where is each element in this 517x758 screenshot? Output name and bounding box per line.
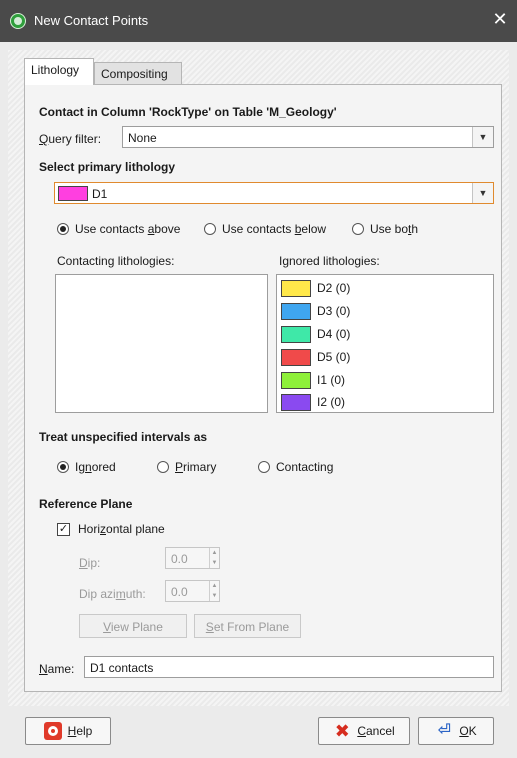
window-title: New Contact Points <box>34 13 149 28</box>
spin-arrows-icon[interactable]: ▲ ▼ <box>209 548 219 568</box>
contacting-lithologies-list[interactable] <box>55 274 268 413</box>
primary-lithology-select[interactable]: D1 ▼ <box>54 182 494 204</box>
radio-unspecified-ignored[interactable]: Ignored <box>57 460 116 474</box>
ok-label: OK <box>459 724 477 738</box>
list-item-label: D4 (0) <box>317 327 351 341</box>
spin-arrows-icon[interactable]: ▲ ▼ <box>209 581 219 601</box>
tab-lithology[interactable]: Lithology <box>24 58 94 85</box>
ignored-lithologies-list[interactable]: D2 (0) D3 (0) D4 (0) D5 (0) I1 (0) I2 (0… <box>276 274 494 413</box>
radio-use-contacts-below[interactable]: Use contacts below <box>204 222 326 236</box>
radio-dot <box>57 223 69 235</box>
close-icon[interactable]: ✕ <box>489 9 511 30</box>
contacting-lithologies-label: Contacting lithologies: <box>57 254 175 268</box>
lifebuoy-icon <box>43 722 62 740</box>
ok-arrow-icon: ⏎ <box>437 722 452 739</box>
radio-label: Ignored <box>75 460 116 474</box>
horizontal-plane-label: Horizontal plane <box>78 522 165 536</box>
primary-lithology-swatch <box>58 186 88 201</box>
radio-dot <box>157 461 169 473</box>
dip-azimuth-label: Dip azimuth: <box>79 587 146 601</box>
contact-heading: Contact in Column 'RockType' on Table 'M… <box>39 105 337 119</box>
unspecified-heading: Treat unspecified intervals as <box>39 430 208 444</box>
radio-label: Use both <box>370 222 419 236</box>
ok-button[interactable]: ⏎ OK <box>418 717 494 745</box>
primary-lithology-value: D1 <box>92 187 108 201</box>
color-swatch <box>281 348 311 366</box>
radio-label: Primary <box>175 460 217 474</box>
list-item[interactable]: D5 (0) <box>281 347 350 367</box>
view-plane-button[interactable]: View Plane <box>79 614 187 638</box>
query-filter-value: None <box>128 131 157 145</box>
query-filter-select[interactable]: None ▼ <box>122 126 494 148</box>
query-filter-label: Query filter: <box>39 132 102 146</box>
list-item[interactable]: I2 (0) <box>281 392 345 412</box>
cancel-x-icon: ✖ <box>334 721 350 741</box>
dip-azimuth-spinbox[interactable]: 0.0 ▲ ▼ <box>165 580 220 602</box>
list-item-label: D2 (0) <box>317 281 351 295</box>
color-swatch <box>281 371 311 389</box>
color-swatch <box>281 393 311 411</box>
radio-unspecified-contacting[interactable]: Contacting <box>258 460 333 474</box>
cancel-button[interactable]: ✖ Cancel <box>318 717 410 745</box>
color-swatch <box>281 279 311 297</box>
title-bar: New Contact Points ✕ <box>0 0 517 42</box>
radio-unspecified-primary[interactable]: Primary <box>157 460 216 474</box>
list-item[interactable]: D2 (0) <box>281 278 350 298</box>
dip-spinbox[interactable]: 0.0 ▲ ▼ <box>165 547 220 569</box>
chevron-down-icon[interactable]: ▼ <box>472 127 493 147</box>
reference-plane-heading: Reference Plane <box>39 497 133 511</box>
name-input[interactable]: D1 contacts <box>84 656 494 678</box>
list-item-label: D5 (0) <box>317 350 351 364</box>
cancel-label: Cancel <box>357 724 395 738</box>
list-item-label: D3 (0) <box>317 304 351 318</box>
chevron-down-icon[interactable]: ▼ <box>472 183 493 203</box>
color-swatch <box>281 302 311 320</box>
primary-lithology-heading: Select primary lithology <box>39 160 176 174</box>
name-label: Name: <box>39 662 75 676</box>
radio-dot <box>57 461 69 473</box>
radio-use-both[interactable]: Use both <box>352 222 418 236</box>
list-item-label: I1 (0) <box>317 373 346 387</box>
app-icon <box>10 13 26 29</box>
ignored-lithologies-label: Ignored lithologies: <box>279 254 380 268</box>
color-swatch <box>281 325 311 343</box>
radio-label: Use contacts above <box>75 222 181 236</box>
radio-use-contacts-above[interactable]: Use contacts above <box>57 222 180 236</box>
radio-dot <box>204 223 216 235</box>
help-button[interactable]: Help <box>25 717 111 745</box>
dip-value: 0.0 <box>171 552 188 566</box>
radio-dot <box>258 461 270 473</box>
help-label: Help <box>67 724 93 738</box>
horizontal-plane-checkbox[interactable]: ✓ <box>57 523 70 536</box>
name-value: D1 contacts <box>90 661 154 675</box>
dip-azimuth-value: 0.0 <box>171 585 188 599</box>
list-item[interactable]: D3 (0) <box>281 301 350 321</box>
radio-dot <box>352 223 364 235</box>
tab-compositing[interactable]: Compositing <box>94 62 182 86</box>
set-from-plane-button[interactable]: Set From Plane <box>194 614 301 638</box>
radio-label: Use contacts below <box>222 222 327 236</box>
list-item[interactable]: I1 (0) <box>281 370 345 390</box>
dip-label: Dip: <box>79 556 101 570</box>
list-item[interactable]: D4 (0) <box>281 324 350 344</box>
radio-label: Contacting <box>276 460 334 474</box>
list-item-label: I2 (0) <box>317 395 346 409</box>
